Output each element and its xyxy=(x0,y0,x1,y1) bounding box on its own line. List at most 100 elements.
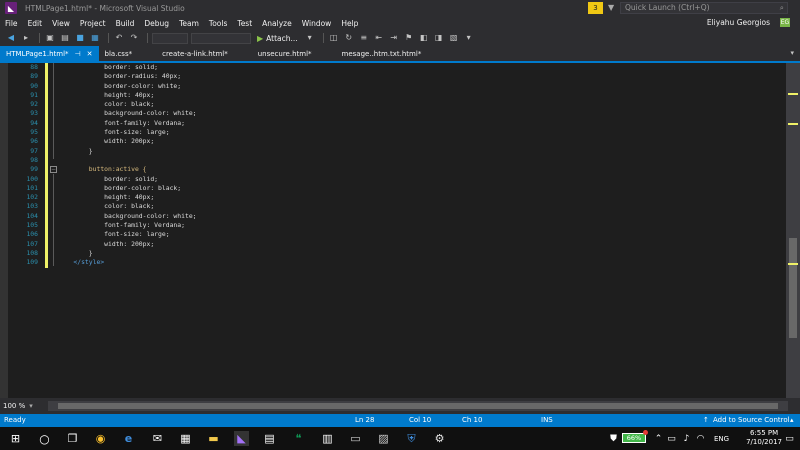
tab-mesage[interactable]: mesage..htm.txt.html* xyxy=(336,46,428,61)
attach-button[interactable]: ▶ Attach... xyxy=(257,34,298,43)
status-bar: Ready Ln 28 Col 10 Ch 10 INS ↑ Add to So… xyxy=(0,414,800,427)
code-line: color: black; xyxy=(58,100,155,109)
volume-icon[interactable]: ♪ xyxy=(679,431,694,446)
line-number: 94 xyxy=(30,118,38,127)
zoom-dropdown[interactable]: 100 % ▾ xyxy=(3,401,43,412)
chrome-icon[interactable]: ◉ xyxy=(93,431,108,446)
avatar[interactable]: EG xyxy=(780,18,790,27)
status-line: Ln 28 xyxy=(355,416,375,424)
tab-overflow-dropdown-icon[interactable]: ▾ xyxy=(790,49,794,57)
menu-debug[interactable]: Debug xyxy=(139,19,174,28)
vertical-scroll-thumb[interactable] xyxy=(789,238,797,338)
code-line: border-color: white; xyxy=(58,81,182,90)
clear-bookmarks-icon[interactable]: ▧ xyxy=(448,32,460,44)
outdent-icon[interactable]: ⇤ xyxy=(373,32,385,44)
new-project-icon[interactable]: ▣ xyxy=(44,32,56,44)
prev-bookmark-icon[interactable]: ◧ xyxy=(418,32,430,44)
cortana-search-icon[interactable]: ○ xyxy=(37,431,52,446)
calendar-icon[interactable]: ▦ xyxy=(178,431,193,446)
tab-unsecure[interactable]: unsecure.html* xyxy=(252,46,318,61)
solution-platform-dropdown[interactable] xyxy=(191,32,251,44)
document-tabs: HTMLPage1.html* ⊣ ✕ bla.css* create-a-li… xyxy=(0,46,800,63)
filter-icon[interactable]: ▼ xyxy=(608,3,614,12)
tab-label: bla.css* xyxy=(104,49,133,58)
indent-icon[interactable]: ⇥ xyxy=(388,32,400,44)
menu-window[interactable]: Window xyxy=(297,19,337,28)
browser-link-icon[interactable]: ◫ xyxy=(328,32,340,44)
code-editor[interactable]: 88 89 90 91 92 93 94 95 96 97 98 99 100 … xyxy=(0,63,786,398)
close-icon[interactable]: ✕ xyxy=(87,50,93,58)
window-title: HTMLPage1.html* - Microsoft Visual Studi… xyxy=(25,3,185,13)
code-lines: border: solid; border-radius: 40px; bord… xyxy=(58,63,196,268)
status-character: Ch 10 xyxy=(462,416,483,424)
notification-flag-icon[interactable]: 3 xyxy=(588,2,603,14)
battery-indicator[interactable]: 66% xyxy=(622,433,646,443)
menu-help[interactable]: Help xyxy=(336,19,363,28)
tab-htmlpage1[interactable]: HTMLPage1.html* ⊣ ✕ xyxy=(0,46,99,61)
menu-edit[interactable]: Edit xyxy=(23,19,48,28)
tab-bla-css[interactable]: bla.css* xyxy=(99,46,139,61)
horizontal-scrollbar[interactable] xyxy=(48,401,788,411)
menu-file[interactable]: File xyxy=(0,19,23,28)
code-line: border: solid; xyxy=(58,63,159,71)
edge-icon[interactable]: e xyxy=(121,431,136,446)
notifications-icon[interactable]: ▭ xyxy=(782,431,797,446)
menu-test[interactable]: Test xyxy=(232,19,257,28)
back-icon[interactable]: ◀ xyxy=(5,32,17,44)
forward-icon[interactable]: ▸ xyxy=(20,32,32,44)
hangouts-icon[interactable]: ❝ xyxy=(291,431,306,446)
visual-studio-icon[interactable]: ◣ xyxy=(234,431,249,446)
pin-icon[interactable]: ⊣ xyxy=(75,50,81,58)
calculator-icon[interactable]: ▥ xyxy=(320,431,335,446)
next-bookmark-icon[interactable]: ◨ xyxy=(433,32,445,44)
file-explorer-icon[interactable]: ▬ xyxy=(206,431,221,446)
menu-view[interactable]: View xyxy=(47,19,75,28)
toolbar-options-icon[interactable]: ▾ xyxy=(463,32,475,44)
menu-build[interactable]: Build xyxy=(111,19,140,28)
code-line: font-size: large; xyxy=(58,230,170,239)
save-icon[interactable]: ■ xyxy=(74,32,86,44)
input-language[interactable]: ENG xyxy=(714,435,729,443)
attach-label: Attach... xyxy=(266,33,298,43)
task-view-icon[interactable]: ❐ xyxy=(65,431,80,446)
line-number: 95 xyxy=(30,128,38,137)
code-line: border-color: black; xyxy=(58,183,182,192)
visual-studio-logo-icon[interactable]: ◣ xyxy=(5,2,17,14)
horizontal-scroll-thumb[interactable] xyxy=(58,403,778,409)
menu-team[interactable]: Team xyxy=(174,19,204,28)
vertical-scrollbar[interactable] xyxy=(786,63,800,398)
quick-launch-input[interactable]: Quick Launch (Ctrl+Q) ⌕ xyxy=(620,2,788,14)
chevron-down-icon[interactable]: ▾ xyxy=(304,32,316,44)
windows-start-icon[interactable]: ⊞ xyxy=(8,431,23,446)
photos-icon[interactable]: ▨ xyxy=(376,431,391,446)
menu-project[interactable]: Project xyxy=(75,19,111,28)
refresh-icon[interactable]: ↻ xyxy=(343,32,355,44)
save-all-icon[interactable]: ▦ xyxy=(89,32,101,44)
store-icon[interactable]: ▤ xyxy=(262,431,277,446)
user-name[interactable]: Eliyahu Georgios xyxy=(707,18,770,27)
code-line: font-family: Verdana; xyxy=(58,221,185,230)
redo-icon[interactable]: ↷ xyxy=(128,32,140,44)
open-file-icon[interactable]: ▤ xyxy=(59,32,71,44)
undo-icon[interactable]: ↶ xyxy=(113,32,125,44)
change-marker xyxy=(788,93,798,95)
network-icon[interactable]: ▭ xyxy=(664,431,679,446)
solution-configuration-dropdown[interactable] xyxy=(152,32,188,44)
windows-defender-icon[interactable]: ⛨ xyxy=(404,431,419,446)
add-to-source-control-button[interactable]: Add to Source Control xyxy=(713,416,790,424)
bookmark-icon[interactable]: ⚑ xyxy=(403,32,415,44)
mail-icon[interactable]: ✉ xyxy=(150,431,165,446)
line-number: 99 xyxy=(30,165,38,174)
command-prompt-icon[interactable]: ▭ xyxy=(348,431,363,446)
system-clock[interactable]: 6:55 PM 7/10/2017 xyxy=(746,429,782,447)
code-line: </style> xyxy=(58,258,105,267)
tab-create-a-link[interactable]: create-a-link.html* xyxy=(156,46,234,61)
wifi-icon[interactable]: ◠ xyxy=(693,431,708,446)
line-number: 91 xyxy=(30,90,38,99)
settings-icon[interactable]: ⚙ xyxy=(432,431,447,446)
format-icon[interactable]: ≡ xyxy=(358,32,370,44)
security-tray-icon[interactable]: ⛊ xyxy=(606,431,621,446)
menu-analyze[interactable]: Analyze xyxy=(257,19,297,28)
collapse-icon[interactable]: − xyxy=(50,166,57,173)
menu-tools[interactable]: Tools xyxy=(204,19,232,28)
